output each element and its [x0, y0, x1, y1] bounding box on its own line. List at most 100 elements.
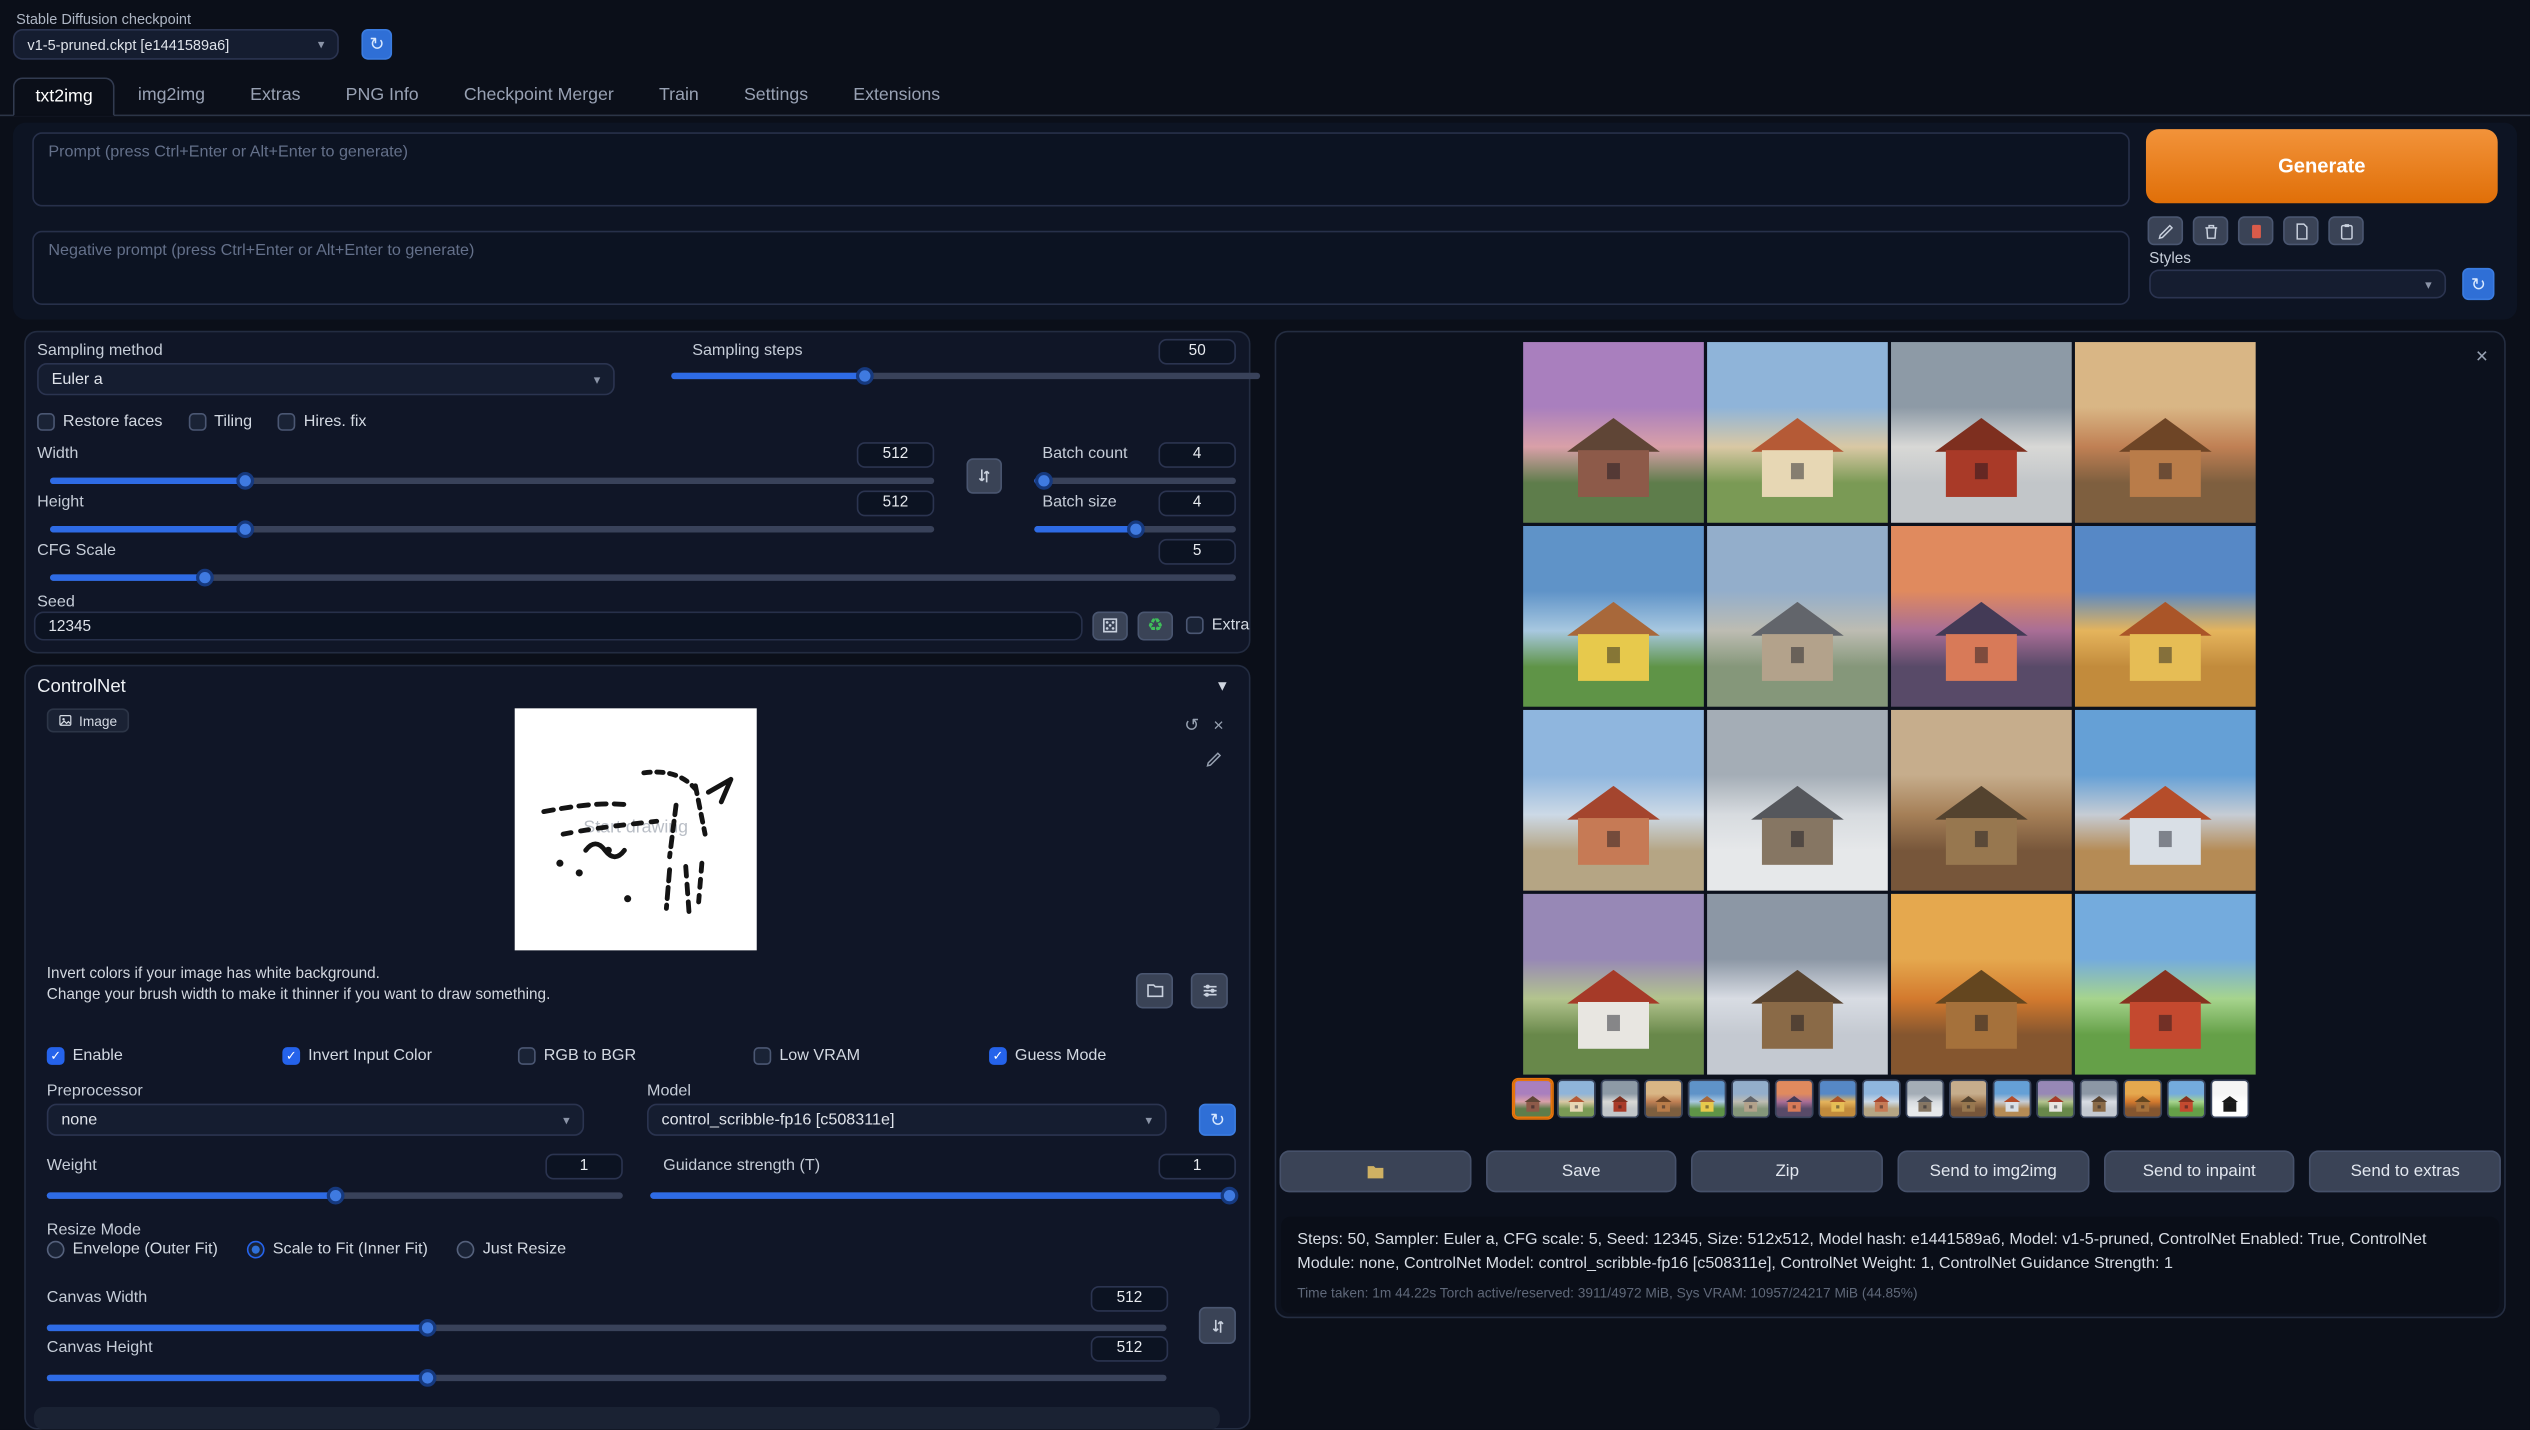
- undo-icon[interactable]: ↺: [1184, 718, 1199, 736]
- gallery-image[interactable]: [1707, 894, 1888, 1075]
- brush-icon[interactable]: [1205, 750, 1223, 768]
- slider-knob[interactable]: [326, 1187, 344, 1205]
- slider-knob[interactable]: [195, 569, 213, 587]
- model-refresh-button[interactable]: ↻: [1199, 1104, 1236, 1136]
- save-style-button[interactable]: [2283, 216, 2318, 245]
- checkbox-extra[interactable]: Extra: [1186, 616, 1249, 634]
- clear-canvas-icon[interactable]: ×: [1213, 718, 1223, 736]
- seed-random-button[interactable]: ⚄: [1092, 612, 1127, 641]
- gallery-thumbnail[interactable]: [1513, 1079, 1552, 1118]
- weight-value[interactable]: 1: [545, 1154, 622, 1180]
- slider-track[interactable]: [50, 478, 934, 484]
- weight-slider[interactable]: [47, 1186, 623, 1205]
- open-image-button[interactable]: [1136, 973, 1173, 1008]
- slider-track[interactable]: [47, 1192, 623, 1198]
- checkbox-rgb-to-bgr[interactable]: RGB to BGR: [518, 1047, 754, 1065]
- brush-settings-button[interactable]: [1191, 973, 1228, 1008]
- gallery-image[interactable]: [2075, 342, 2256, 523]
- width-slider[interactable]: [50, 471, 934, 490]
- slider-track[interactable]: [1034, 526, 1236, 532]
- styles-refresh-button[interactable]: ↻: [2462, 268, 2494, 300]
- batch-size-slider[interactable]: [1034, 520, 1236, 539]
- checkbox-guess-mode[interactable]: ✓Guess Mode: [989, 1047, 1225, 1065]
- clear-prompt-button[interactable]: [2193, 216, 2228, 245]
- checkbox-invert-input-color[interactable]: ✓Invert Input Color: [282, 1047, 518, 1065]
- slider-track[interactable]: [47, 1375, 1167, 1381]
- gallery-image[interactable]: [1523, 526, 1704, 707]
- save-button[interactable]: Save: [1486, 1150, 1677, 1192]
- batch-count-slider[interactable]: [1034, 471, 1236, 490]
- controlnet-drawing-canvas[interactable]: Start drawing: [515, 708, 757, 950]
- gallery-thumbnail[interactable]: [2210, 1079, 2249, 1118]
- negative-prompt-input[interactable]: [32, 231, 2130, 305]
- gallery-thumbnail[interactable]: [1906, 1079, 1945, 1118]
- checkbox-tiling[interactable]: Tiling: [188, 413, 252, 431]
- paste-button[interactable]: [2148, 216, 2183, 245]
- slider-track[interactable]: [50, 526, 934, 532]
- slider-knob[interactable]: [236, 472, 254, 490]
- canvas-width-slider[interactable]: [47, 1318, 1167, 1337]
- style-card-button[interactable]: [2238, 216, 2273, 245]
- tab-extras[interactable]: Extras: [228, 76, 323, 115]
- tab-checkpoint-merger[interactable]: Checkpoint Merger: [441, 76, 636, 115]
- sampling-method-select[interactable]: Euler a ▾: [37, 363, 615, 395]
- gallery-image[interactable]: [2075, 526, 2256, 707]
- gallery-thumbnail[interactable]: [1731, 1079, 1770, 1118]
- canvas-swap-button[interactable]: [1199, 1307, 1236, 1344]
- slider-track[interactable]: [47, 1325, 1167, 1331]
- slider-knob[interactable]: [1035, 472, 1053, 490]
- gallery-image[interactable]: [2075, 894, 2256, 1075]
- collapse-icon[interactable]: ▼: [1215, 678, 1229, 694]
- height-value[interactable]: 512: [857, 491, 934, 517]
- checkbox-box[interactable]: [1186, 616, 1204, 634]
- checkbox-restore-faces[interactable]: Restore faces: [37, 413, 162, 431]
- gallery-image[interactable]: [1891, 342, 2072, 523]
- radio-scale-to-fit-inner-fit[interactable]: Scale to Fit (Inner Fit): [247, 1241, 428, 1259]
- gallery-image[interactable]: [1523, 342, 1704, 523]
- radio-envelope-outer-fit[interactable]: Envelope (Outer Fit): [47, 1241, 218, 1259]
- checkpoint-refresh-button[interactable]: ↻: [361, 29, 392, 60]
- tab-png-info[interactable]: PNG Info: [323, 76, 441, 115]
- gallery-thumbnail[interactable]: [1644, 1079, 1683, 1118]
- open-folder-button[interactable]: [1280, 1150, 1471, 1192]
- sampling-steps-slider[interactable]: [671, 366, 1260, 385]
- tab-txt2img[interactable]: txt2img: [13, 77, 115, 116]
- gallery-image[interactable]: [1523, 710, 1704, 891]
- canvas-height-value[interactable]: 512: [1091, 1336, 1168, 1362]
- slider-knob[interactable]: [1221, 1187, 1239, 1205]
- collapsed-section-stub[interactable]: [34, 1407, 1220, 1430]
- gallery-thumbnail[interactable]: [1601, 1079, 1640, 1118]
- guidance-strength-value[interactable]: 1: [1158, 1154, 1235, 1180]
- radio-just-resize[interactable]: Just Resize: [457, 1241, 566, 1259]
- height-slider[interactable]: [50, 520, 934, 539]
- gallery-thumbnail[interactable]: [1862, 1079, 1901, 1118]
- tab-img2img[interactable]: img2img: [115, 76, 227, 115]
- gallery-image[interactable]: [1707, 710, 1888, 891]
- slider-knob[interactable]: [419, 1319, 437, 1337]
- styles-select[interactable]: ▾: [2149, 269, 2446, 298]
- gallery-thumbnail[interactable]: [1557, 1079, 1596, 1118]
- slider-knob[interactable]: [1126, 520, 1144, 538]
- guidance-strength-slider[interactable]: [650, 1186, 1236, 1205]
- canvas-width-value[interactable]: 512: [1091, 1286, 1168, 1312]
- batch-size-value[interactable]: 4: [1158, 491, 1235, 517]
- send-to-img2img-button[interactable]: Send to img2img: [1898, 1150, 2089, 1192]
- gallery-image[interactable]: [1707, 526, 1888, 707]
- apply-style-button[interactable]: [2328, 216, 2363, 245]
- gallery-image[interactable]: [1891, 710, 2072, 891]
- dimension-swap-button[interactable]: [966, 458, 1001, 493]
- gallery-image[interactable]: [1891, 526, 2072, 707]
- send-to-inpaint-button[interactable]: Send to inpaint: [2103, 1150, 2294, 1192]
- checkbox-hires-fix[interactable]: Hires. fix: [278, 413, 367, 431]
- gallery-thumbnail[interactable]: [2123, 1079, 2162, 1118]
- prompt-input[interactable]: [32, 132, 2130, 206]
- checkbox-enable[interactable]: ✓Enable: [47, 1047, 283, 1065]
- slider-track[interactable]: [671, 373, 1260, 379]
- gallery-thumbnail[interactable]: [2036, 1079, 2075, 1118]
- seed-input[interactable]: [34, 612, 1083, 641]
- preprocessor-select[interactable]: none ▾: [47, 1104, 584, 1136]
- gallery-thumbnail[interactable]: [1993, 1079, 2032, 1118]
- canvas-height-slider[interactable]: [47, 1368, 1167, 1387]
- slider-knob[interactable]: [419, 1369, 437, 1387]
- width-value[interactable]: 512: [857, 442, 934, 468]
